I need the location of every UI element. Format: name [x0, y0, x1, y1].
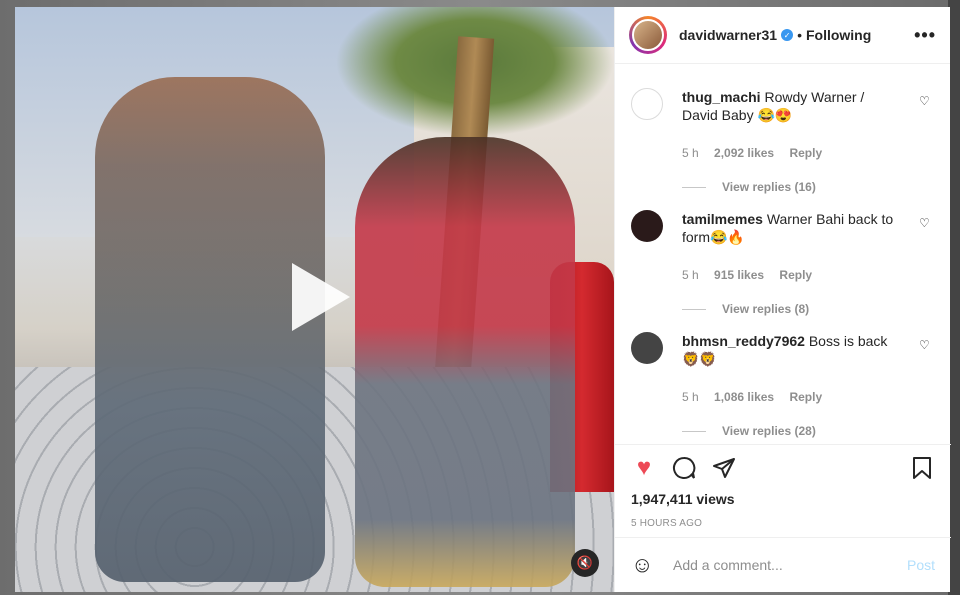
comments-list[interactable]: thug_machi Rowdy Warner / David Baby 😂😍 … [615, 64, 951, 444]
avatar[interactable] [632, 19, 664, 51]
view-replies-button[interactable]: View replies (28) [682, 424, 816, 438]
replies-line [682, 308, 706, 310]
comment-time[interactable]: 5 h [682, 390, 699, 404]
heart-icon[interactable]: ♥ [631, 454, 657, 481]
post-header: davidwarner31 ✓ • Following ••• [615, 7, 950, 64]
view-replies-button[interactable]: View replies (16) [682, 180, 816, 194]
add-comment-bar: ☺ Post [615, 537, 951, 592]
comment-text: thug_machi Rowdy Warner / David Baby 😂😍 [682, 88, 902, 124]
view-replies-button[interactable]: View replies (8) [682, 302, 809, 316]
comment-text: tamilmemes Warner Bahi back to form😂🔥 [682, 210, 902, 246]
comment-like-icon[interactable]: ♡ [919, 216, 930, 230]
comment-username[interactable]: bhmsn_reddy7962 [682, 333, 805, 349]
comment-avatar[interactable] [631, 88, 663, 120]
profile-avatar-ring[interactable] [629, 16, 667, 54]
comment-input[interactable] [671, 556, 885, 574]
post-video[interactable]: 🔇 [15, 7, 614, 592]
comment-meta: 5 h 915 likes Reply [682, 268, 824, 282]
bookmark-icon[interactable] [909, 455, 935, 481]
comment-reply-button[interactable]: Reply [789, 390, 822, 404]
verified-badge-icon: ✓ [781, 29, 794, 41]
comment-time[interactable]: 5 h [682, 146, 699, 160]
comment-icon[interactable] [671, 455, 697, 481]
view-replies-label[interactable]: View replies (28) [722, 424, 816, 438]
video-dancer-woman [355, 137, 575, 587]
view-replies-label[interactable]: View replies (8) [722, 302, 809, 316]
post-timestamp[interactable]: 5 HOURS AGO [631, 518, 702, 529]
view-replies-label[interactable]: View replies (16) [722, 180, 816, 194]
comment-avatar[interactable] [631, 332, 663, 364]
comment-likes[interactable]: 915 likes [714, 268, 764, 282]
view-count[interactable]: 1,947,411 views [631, 491, 735, 507]
separator-dot: • [797, 27, 802, 43]
comment-avatar[interactable] [631, 210, 663, 242]
replies-line [682, 186, 706, 188]
following-button[interactable]: Following [806, 27, 871, 43]
post-username[interactable]: davidwarner31 [679, 27, 777, 43]
share-icon[interactable] [711, 455, 737, 481]
replies-line [682, 430, 706, 432]
play-icon[interactable] [282, 257, 362, 337]
post-modal: 🔇 davidwarner31 ✓ • Following ••• thug_m… [15, 7, 951, 592]
comment-likes[interactable]: 2,092 likes [714, 146, 774, 160]
comment-username[interactable]: thug_machi [682, 89, 761, 105]
post-side-panel: davidwarner31 ✓ • Following ••• thug_mac… [614, 7, 951, 592]
comment-time[interactable]: 5 h [682, 268, 699, 282]
more-options-icon[interactable]: ••• [914, 25, 936, 46]
emoji-icon[interactable]: ☺ [631, 552, 657, 578]
comment-text: bhmsn_reddy7962 Boss is back 🦁🦁 [682, 332, 902, 368]
comment-meta: 5 h 1,086 likes Reply [682, 390, 834, 404]
mute-icon[interactable]: 🔇 [571, 549, 599, 577]
post-actions: ♥ 1,947,411 views 5 HOURS AGO [615, 444, 951, 529]
comment-meta: 5 h 2,092 likes Reply [682, 146, 834, 160]
comment-reply-button[interactable]: Reply [789, 146, 822, 160]
post-comment-button[interactable]: Post [907, 557, 935, 573]
comment-likes[interactable]: 1,086 likes [714, 390, 774, 404]
comment-reply-button[interactable]: Reply [779, 268, 812, 282]
comment-like-icon[interactable]: ♡ [919, 338, 930, 352]
action-icons: ♥ [631, 454, 931, 481]
comment-username[interactable]: tamilmemes [682, 211, 763, 227]
comment-like-icon[interactable]: ♡ [919, 94, 930, 108]
